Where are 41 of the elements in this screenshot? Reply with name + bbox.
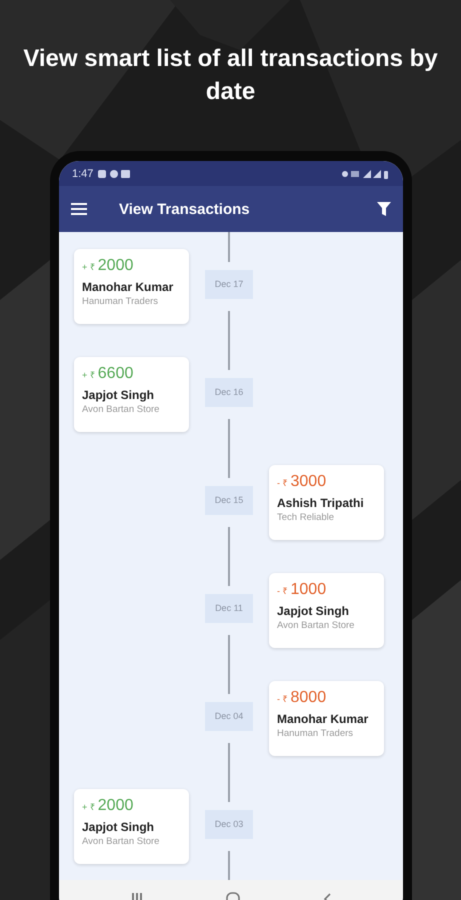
shop-name: Avon Bartan Store [82, 404, 160, 414]
amount-sign: - ₹ [277, 584, 288, 596]
amount: 8000 [290, 688, 326, 706]
date-chip: Dec 15 [205, 486, 253, 514]
customer-name: Japjot Singh [82, 388, 155, 402]
transaction-card[interactable]: + ₹ 2000 Japjot Singh Avon Bartan Store [74, 788, 189, 864]
amount-sign: - ₹ [277, 692, 288, 704]
status-time: 1:47 [72, 168, 94, 180]
date-chip: Dec 03 [205, 810, 253, 838]
shop-name: Tech Reliable [277, 512, 336, 522]
transaction-card[interactable]: - ₹ 8000 Manohar Kumar Hanuman Traders [269, 680, 384, 756]
amount-sign: + ₹ [82, 800, 95, 812]
headline: View smart list of all transactions by date [22, 44, 439, 107]
amount: 3000 [290, 472, 326, 490]
date-chip: Dec 04 [205, 702, 253, 730]
shop-name: Hanuman Traders [82, 296, 160, 306]
amount: 1000 [290, 580, 326, 598]
amount-sign: - ₹ [277, 476, 288, 488]
customer-name: Ashish Tripathi [277, 496, 365, 510]
transaction-card[interactable]: + ₹ 2000 Manohar Kumar Hanuman Traders [74, 248, 189, 324]
customer-name: Japjot Singh [82, 820, 155, 834]
shop-name: Hanuman Traders [277, 728, 354, 738]
amount: 2000 [98, 256, 134, 274]
notification-icons [98, 168, 130, 178]
screen-title: View Transactions [119, 200, 251, 218]
customer-name: Manohar Kumar [82, 280, 174, 294]
customer-name: Japjot Singh [277, 604, 350, 618]
amount-sign: + ₹ [82, 368, 95, 380]
transaction-card[interactable]: + ₹ 6600 Japjot Singh Avon Bartan Store [74, 356, 189, 432]
customer-name: Manohar Kumar [277, 712, 370, 726]
date-chip: Dec 11 [205, 594, 253, 622]
amount: 6600 [98, 364, 134, 382]
transaction-card[interactable]: - ₹ 1000 Japjot Singh Avon Bartan Store [269, 572, 384, 648]
shop-name: Avon Bartan Store [82, 836, 160, 846]
date-chip: Dec 17 [205, 270, 253, 298]
date-chip: Dec 16 [205, 378, 253, 406]
amount-sign: + ₹ [82, 260, 95, 272]
shop-name: Avon Bartan Store [277, 620, 356, 630]
transaction-card[interactable]: - ₹ 3000 Ashish Tripathi Tech Reliable [269, 464, 384, 540]
amount: 2000 [98, 796, 134, 814]
signal-icons [341, 168, 389, 178]
